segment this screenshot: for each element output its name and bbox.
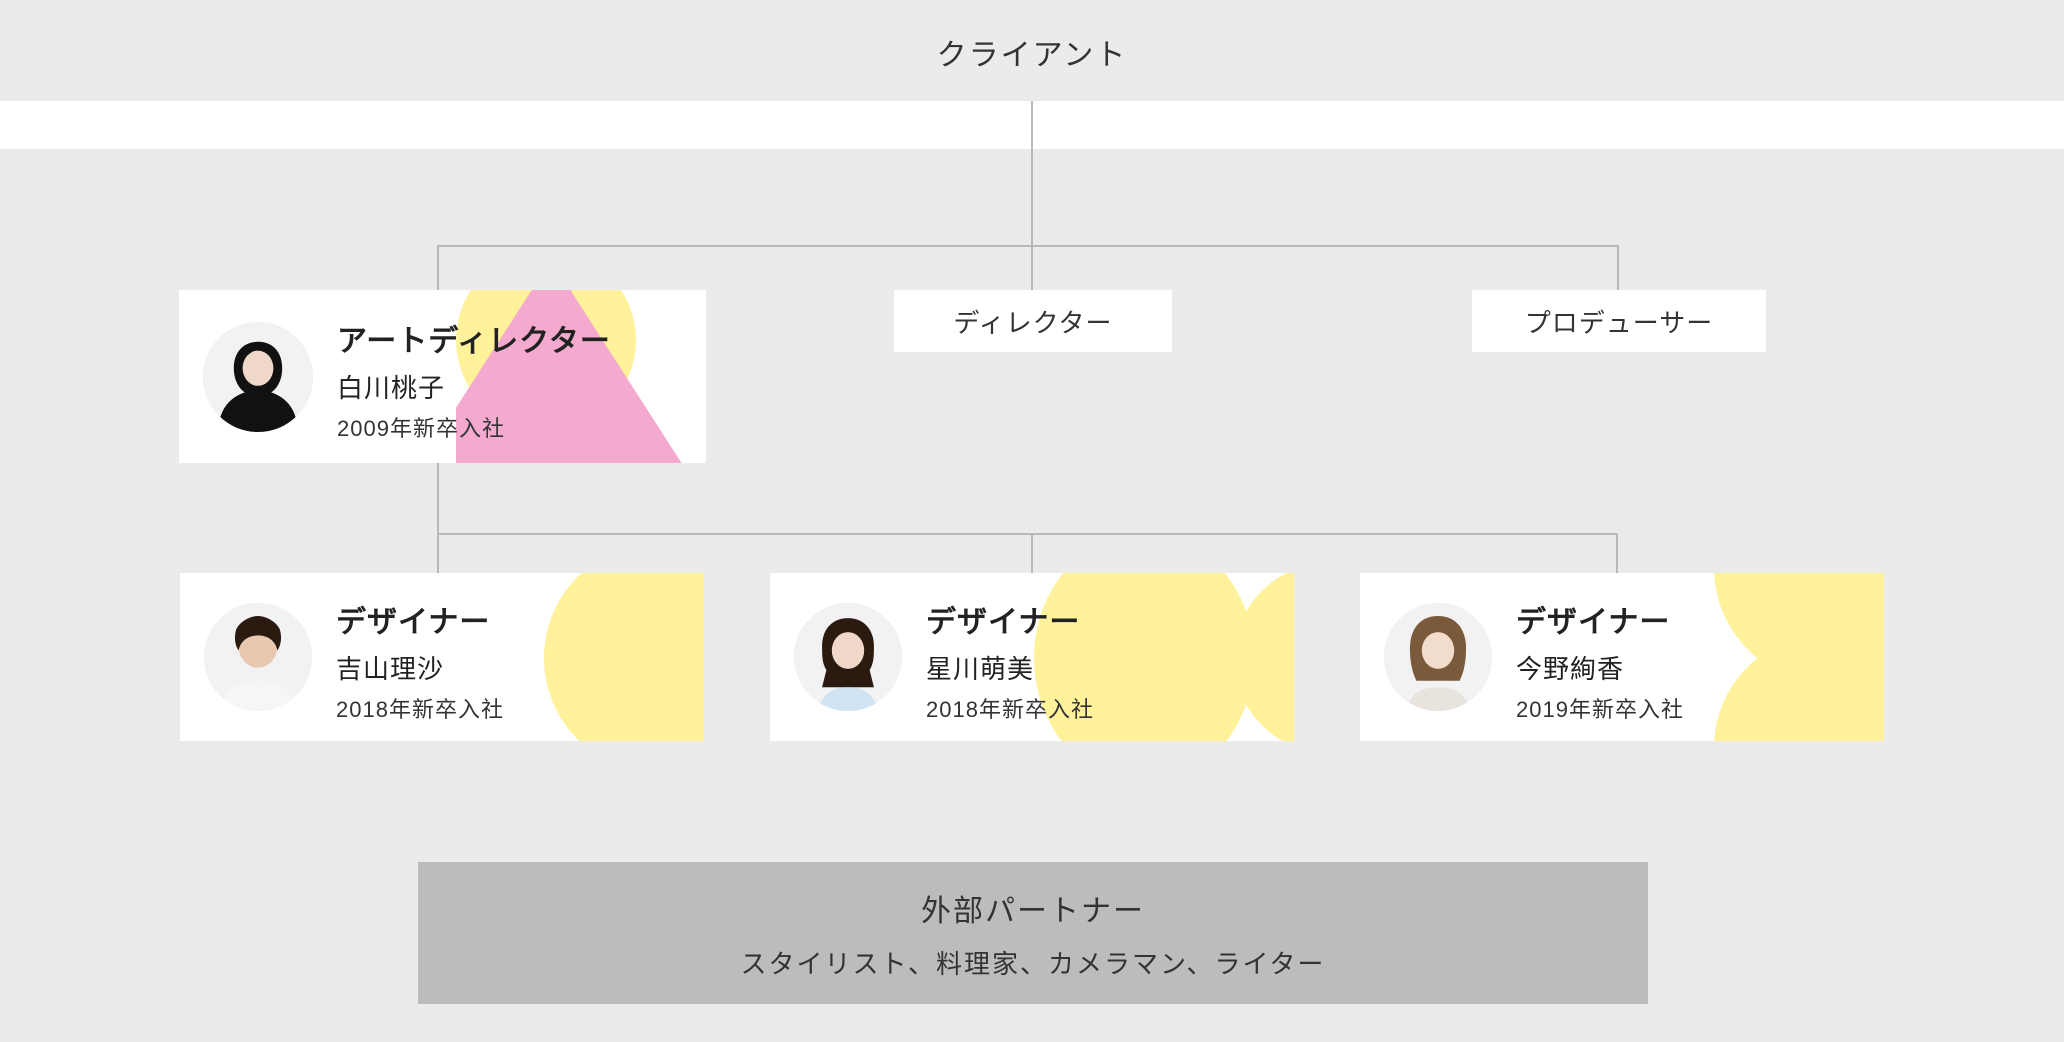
connector-line [437,533,439,573]
box-producer: プロデューサー [1472,290,1766,352]
connector-line [1031,101,1033,245]
join-year: 2018年新卒入社 [336,692,504,724]
join-year: 2009年新卒入社 [337,411,611,443]
person-name: 白川桃子 [337,368,611,405]
role-label: ディレクター [953,303,1112,340]
connector-line [437,533,1618,535]
card-designer-1: デザイナー 吉山理沙 2018年新卒入社 [180,573,704,741]
avatar [203,322,313,432]
avatar [204,603,312,711]
role-label: プロデューサー [1525,303,1713,340]
card-designer-2: デザイナー 星川萌美 2018年新卒入社 [770,573,1294,741]
connector-line [437,245,1619,247]
client-label: クライアント [0,30,2064,74]
decoration-circle [1714,633,1884,741]
box-director: ディレクター [894,290,1172,352]
partner-title: 外部パートナー [418,886,1648,930]
partner-subtitle: スタイリスト、料理家、カメラマン、ライター [418,944,1648,981]
card-designer-3: デザイナー 今野絢香 2019年新卒入社 [1360,573,1884,741]
role-label: デザイナー [1516,597,1684,641]
connector-line [1031,245,1033,290]
avatar [794,603,902,711]
external-partner-box: 外部パートナー スタイリスト、料理家、カメラマン、ライター [418,862,1648,1004]
decoration-circle [1234,573,1294,741]
card-art-director: アートディレクター 白川桃子 2009年新卒入社 [179,290,706,463]
avatar [1384,603,1492,711]
decoration-circle [544,573,704,741]
connector-line [1617,245,1619,290]
org-chart: クライアント アートディレクター 白川桃子 2009年新卒入社 ディレクター プ… [0,0,2064,1042]
connector-line [437,245,439,290]
join-year: 2019年新卒入社 [1516,692,1684,724]
person-name: 星川萌美 [926,649,1094,686]
role-label: デザイナー [926,597,1094,641]
person-name: 吉山理沙 [336,649,504,686]
join-year: 2018年新卒入社 [926,692,1094,724]
person-name: 今野絢香 [1516,649,1684,686]
connector-line [437,463,439,533]
role-label: アートディレクター [337,316,611,360]
connector-line [1031,533,1033,573]
connector-line [1616,533,1618,573]
role-label: デザイナー [336,597,504,641]
